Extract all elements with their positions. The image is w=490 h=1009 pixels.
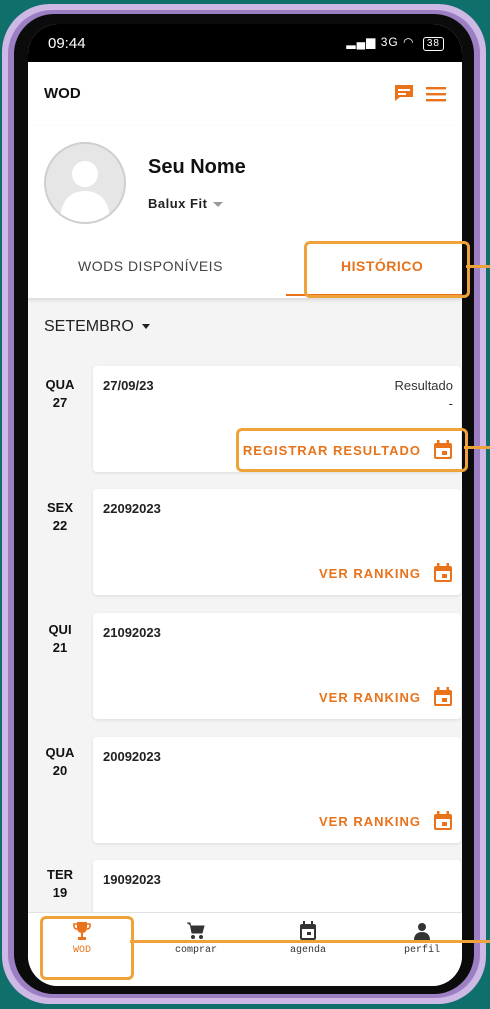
app-screen: 09:44 ▂▄▆ 3G ◠ 38 WOD Seu Nome Balux Fit… (28, 24, 462, 986)
chat-icon[interactable] (394, 84, 414, 102)
tab-historico[interactable]: HISTÓRICO (341, 258, 423, 274)
view-ranking-button[interactable]: VER RANKING (319, 563, 453, 583)
wod-title: 22092023 (103, 501, 161, 516)
entry-day: 20 (52, 763, 68, 778)
calendar-icon (434, 687, 452, 706)
entry-day: 19 (52, 885, 68, 900)
result-label: Resultado (394, 378, 453, 393)
page-title: WOD (44, 85, 81, 102)
register-callout-line (464, 446, 490, 449)
nav-agenda-label: agenda (289, 945, 326, 956)
wod-title: 19092023 (103, 872, 161, 887)
view-ranking-button[interactable]: VER RANKING (319, 687, 453, 707)
view-ranking-label: VER RANKING (318, 813, 421, 829)
calendar-icon (434, 563, 452, 582)
menu-icon[interactable] (426, 86, 446, 102)
bottom-navigation: WOD comprar agenda perfil (28, 912, 462, 986)
view-ranking-button[interactable]: VER RANKING (319, 811, 453, 831)
status-time: 09:44 (48, 35, 86, 52)
entry-day: 21 (52, 640, 68, 655)
network-type: 3G (380, 35, 399, 49)
wod-title: 27/09/23 (103, 378, 154, 393)
cart-icon (187, 922, 205, 939)
status-bar: 09:44 ▂▄▆ 3G ◠ 38 (28, 24, 462, 62)
entry-weekday: QUI (48, 622, 72, 637)
entry-day: 22 (52, 518, 68, 533)
nav-perfil[interactable]: perfil (382, 921, 462, 956)
tab-wods-disponiveis[interactable]: WODS DISPONÍVEIS (78, 258, 223, 274)
view-ranking-label: VER RANKING (318, 689, 421, 705)
month-label: SETEMBRO (44, 318, 134, 335)
person-silhouette-icon (60, 161, 110, 222)
entry-weekday: SEX (46, 500, 73, 515)
entry-weekday: QUA (45, 745, 75, 760)
gym-selector[interactable]: Balux Fit (148, 196, 224, 211)
gym-name: Balux Fit (148, 196, 208, 211)
wod-title: 20092023 (103, 749, 161, 764)
nav-comprar[interactable]: comprar (156, 921, 236, 956)
nav-wod[interactable]: WOD (42, 921, 122, 956)
app-bar: WOD (28, 62, 462, 127)
profile-header: Seu Nome Balux Fit WODS DISPONÍVEIS HIST… (28, 126, 462, 298)
register-result-button[interactable]: REGISTRAR RESULTADO (243, 440, 453, 460)
entry-date: TER 19 (38, 866, 82, 902)
wifi-icon: ◠ (403, 35, 415, 49)
wod-card[interactable]: 22092023 VER RANKING (93, 489, 461, 595)
status-icons: ▂▄▆ 3G ◠ 38 (346, 35, 444, 51)
entry-weekday: QUA (45, 377, 75, 392)
wod-title: 21092023 (103, 625, 161, 640)
nav-wod-label: WOD (72, 945, 91, 956)
wod-card[interactable]: 19092023 (93, 860, 461, 920)
dropdown-caret-icon (213, 202, 224, 208)
calendar-icon (434, 440, 452, 459)
signal-icon: ▂▄▆ (346, 35, 377, 49)
view-ranking-label: VER RANKING (318, 565, 421, 581)
nav-perfil-label: perfil (403, 945, 440, 956)
historico-callout-line (466, 265, 490, 268)
calendar-icon (300, 921, 316, 940)
calendar-icon (434, 811, 452, 830)
entry-date: QUA 27 (38, 376, 82, 412)
entry-date: QUA 20 (38, 744, 82, 780)
person-icon (414, 923, 430, 940)
user-name: Seu Nome (148, 156, 246, 178)
entry-weekday: TER (47, 867, 73, 882)
battery-icon: 38 (422, 37, 444, 51)
month-selector[interactable]: SETEMBRO (44, 318, 150, 336)
entry-date: SEX 22 (38, 499, 82, 535)
trophy-icon (73, 922, 91, 940)
avatar[interactable] (44, 142, 126, 224)
dropdown-arrow-icon (141, 324, 150, 330)
active-tab-indicator (286, 294, 462, 296)
wod-card[interactable]: 20092023 VER RANKING (93, 737, 461, 843)
nav-comprar-label: comprar (174, 945, 217, 956)
entry-date: QUI 21 (38, 621, 82, 657)
wod-card[interactable]: 21092023 VER RANKING (93, 613, 461, 719)
wod-card[interactable]: 27/09/23 Resultado - REGISTRAR RESULTADO (93, 366, 461, 472)
register-result-label: REGISTRAR RESULTADO (242, 442, 421, 458)
wod-callout-line (130, 940, 490, 943)
nav-agenda[interactable]: agenda (268, 921, 348, 956)
entry-day: 27 (52, 395, 68, 410)
result-value: - (448, 396, 453, 411)
